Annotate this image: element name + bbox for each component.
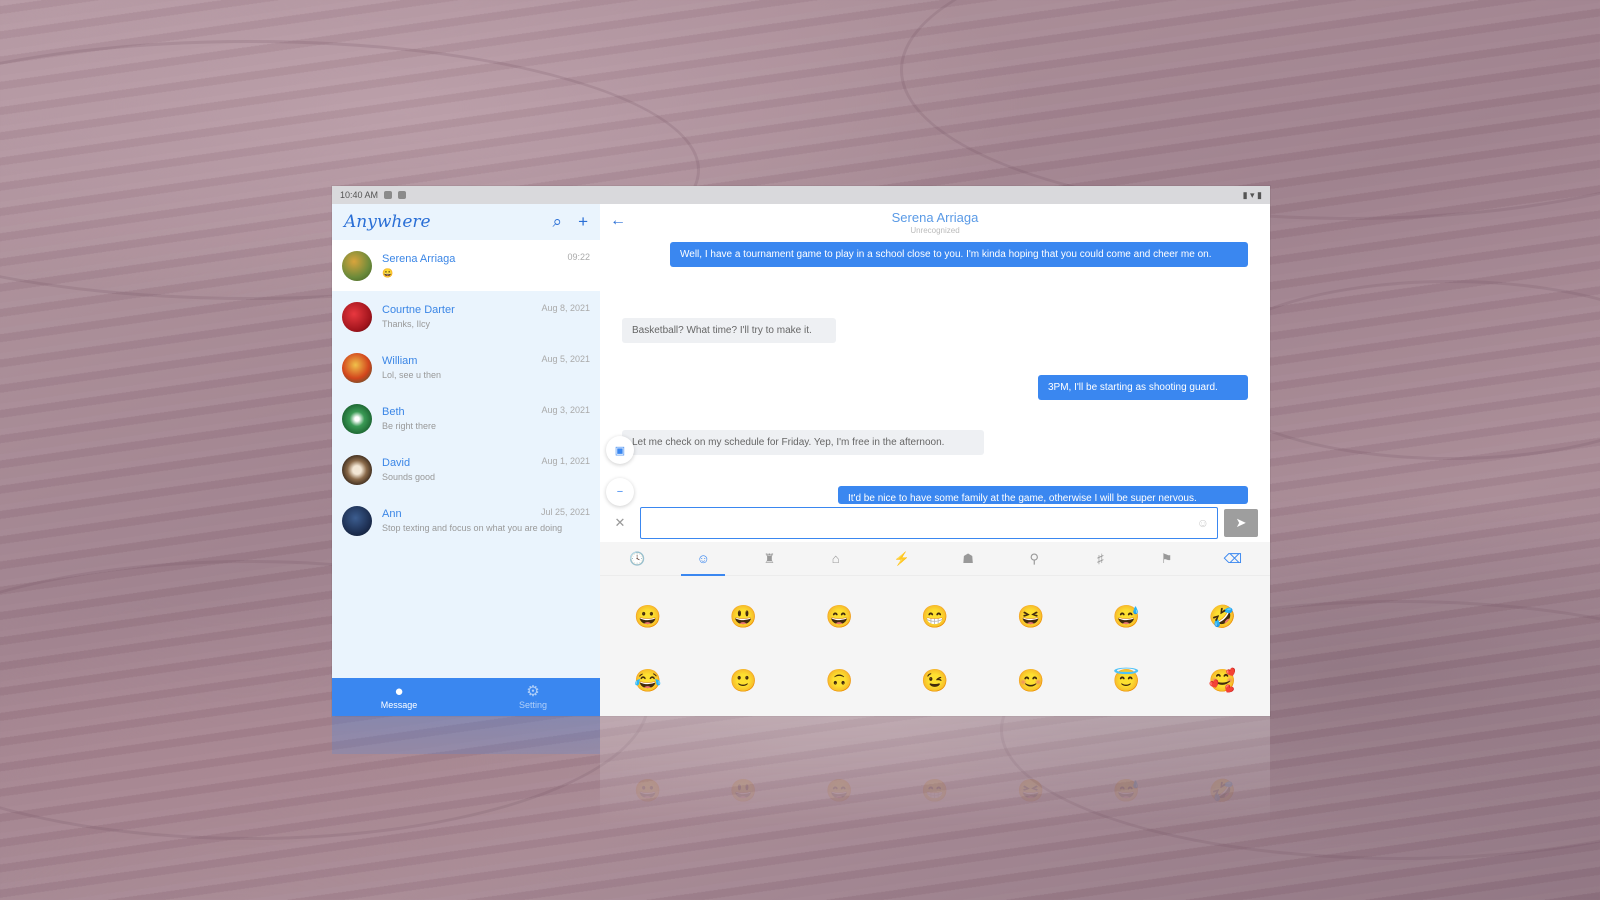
- close-icon[interactable]: ✕: [610, 515, 630, 531]
- app-logo: Anywhere: [344, 212, 431, 232]
- emoji-laughing[interactable]: 😆: [983, 604, 1079, 630]
- message-bubble-incoming[interactable]: Basketball? What time? I'll try to make …: [622, 318, 836, 343]
- emoji-smiley[interactable]: 😃: [696, 604, 792, 630]
- reflection-emoji-panel: 😀 😃 😄 😁 😆 😅 🤣: [600, 716, 1270, 826]
- message-bubble-outgoing[interactable]: It'd be nice to have some family at the …: [838, 486, 1248, 504]
- recent-icon[interactable]: 🕓: [615, 542, 659, 576]
- emoji-upside-down[interactable]: 🙃: [791, 668, 887, 694]
- reflection-emoji: 🤣: [1208, 778, 1236, 803]
- conversation-item[interactable]: Beth Be right there Aug 3, 2021: [332, 393, 600, 444]
- objects-icon[interactable]: ☗: [946, 542, 990, 576]
- conversation-preview: Stop texting and focus on what you are d…: [382, 523, 563, 533]
- composer: ✕ ☺ ➤: [600, 504, 1270, 542]
- emoji-wink[interactable]: 😉: [887, 668, 983, 694]
- smiley-icon[interactable]: ☺: [681, 542, 726, 576]
- reflection-emoji: 😆: [1017, 778, 1045, 803]
- message-bubble-outgoing[interactable]: Well, I have a tournament game to play i…: [670, 242, 1248, 267]
- symbols-icon[interactable]: ♯: [1078, 542, 1122, 576]
- conversation-date: Jul 25, 2021: [540, 507, 590, 517]
- settings-status-icon: [384, 191, 393, 199]
- sidebar-header: Anywhere ⌕ +: [332, 204, 600, 240]
- nav-settings-label: Setting: [518, 700, 548, 710]
- bottom-nav: ● Message ⚙ Setting: [332, 678, 600, 716]
- emoji-keyboard: 🕓 ☺ ♜ ⌂ ⚡ ☗ ⚲ ♯ ⚑ ⌫ 😀 😃 😄 😁 😆 😅 🤣 😂 🙂 🙃 …: [600, 542, 1270, 716]
- conversation-date: Aug 8, 2021: [541, 303, 590, 313]
- conversation-preview: Be right there: [382, 421, 437, 431]
- flag-icon[interactable]: ⚑: [1145, 542, 1189, 576]
- location-icon[interactable]: ⚲: [1012, 542, 1056, 576]
- people-icon[interactable]: ♜: [747, 542, 791, 576]
- app-window: 10:40 AM ▮ ▾ ▮ Anywhere ⌕ + Serena Arria…: [332, 186, 1270, 716]
- chat-header: ← Serena Arriaga Unrecognized: [600, 204, 1270, 240]
- emoji-slight-smile[interactable]: 🙂: [696, 668, 792, 694]
- add-icon[interactable]: +: [578, 212, 588, 232]
- reflection-nav: [332, 716, 600, 754]
- backspace-icon[interactable]: ⌫: [1211, 542, 1255, 576]
- message-field[interactable]: ☺: [640, 507, 1218, 539]
- conversation-item[interactable]: David Sounds good Aug 1, 2021: [332, 444, 600, 495]
- reflection-emoji: 😃: [729, 778, 758, 803]
- conversation-item[interactable]: William Lol, see u then Aug 5, 2021: [332, 342, 600, 393]
- gear-icon: ⚙: [526, 683, 540, 700]
- message-bubble-outgoing[interactable]: 3PM, I'll be starting as shooting guard.: [1038, 375, 1248, 400]
- status-time: 10:40 AM: [340, 190, 379, 200]
- emoji-grin[interactable]: 😁: [887, 604, 983, 630]
- emoji-grinning[interactable]: 😀: [600, 604, 696, 630]
- message-input[interactable]: [641, 508, 1217, 538]
- chat-contact-name: Serena Arriaga: [891, 210, 979, 225]
- conversation-date: 09:22: [567, 252, 590, 262]
- emoji-rofl[interactable]: 🤣: [1174, 604, 1270, 630]
- avatar: [342, 301, 372, 332]
- nav-messages[interactable]: ● Message: [332, 678, 466, 716]
- reflection-emoji: 😄: [825, 778, 853, 803]
- avatar: [342, 505, 372, 536]
- emoji-blush[interactable]: 😊: [983, 668, 1079, 694]
- attach-image-icon[interactable]: ▣: [606, 436, 634, 464]
- avatar: [342, 403, 372, 434]
- search-icon[interactable]: ⌕: [553, 212, 563, 232]
- sim-status-icon: [398, 191, 407, 199]
- emoji-toggle-icon[interactable]: ☺: [1197, 516, 1209, 530]
- activity-icon[interactable]: ⚡: [880, 542, 924, 576]
- conversation-date: Aug 3, 2021: [541, 405, 590, 415]
- places-icon[interactable]: ⌂: [814, 542, 858, 576]
- emoji-smile[interactable]: 😄: [791, 604, 887, 630]
- conversation-item[interactable]: Ann Stop texting and focus on what you ar…: [332, 495, 600, 546]
- reflection-emoji: 😀: [634, 778, 662, 803]
- chat-pane: ← Serena Arriaga Unrecognized Well, I ha…: [600, 204, 1270, 716]
- avatar: [342, 250, 372, 281]
- minus-icon[interactable]: −: [606, 478, 634, 506]
- emoji-joy[interactable]: 😂: [600, 668, 696, 694]
- emoji-sweat-smile[interactable]: 😅: [1079, 604, 1175, 630]
- conversation-preview: Lol, see u then: [382, 370, 442, 380]
- conversation-sidebar: Anywhere ⌕ + Serena Arriaga 😀 09:22 Court…: [332, 204, 600, 716]
- conversation-date: Aug 5, 2021: [541, 354, 590, 364]
- chat-bubble-icon: ●: [394, 683, 404, 700]
- emoji-grid: 😀 😃 😄 😁 😆 😅 🤣 😂 🙂 🙃 😉 😊 😇 🥰: [600, 576, 1270, 694]
- battery-wifi-icons: ▮ ▾ ▮: [1242, 189, 1262, 200]
- screen-reflection: 😀 😃 😄 😁 😆 😅 🤣: [332, 716, 1270, 826]
- conversation-preview: 😀: [382, 267, 394, 278]
- reflection-emoji: 😁: [921, 778, 949, 803]
- back-arrow-icon[interactable]: ←: [610, 212, 626, 230]
- reflection-emoji-row: 😀 😃 😄 😁 😆 😅 🤣: [600, 716, 1270, 804]
- nav-settings[interactable]: ⚙ Setting: [466, 678, 600, 716]
- conversation-preview: Thanks, Ilcy: [382, 319, 431, 329]
- conversation-date: Aug 1, 2021: [541, 456, 590, 466]
- conversation-name: Serena Arriaga: [382, 252, 456, 265]
- emoji-category-tabs: 🕓 ☺ ♜ ⌂ ⚡ ☗ ⚲ ♯ ⚑ ⌫: [600, 542, 1270, 576]
- send-button[interactable]: ➤: [1224, 509, 1258, 537]
- status-bar: 10:40 AM ▮ ▾ ▮: [332, 186, 1270, 204]
- avatar: [342, 454, 372, 485]
- conversation-item[interactable]: Serena Arriaga 😀 09:22: [332, 240, 600, 291]
- nav-messages-label: Message: [380, 700, 418, 710]
- chat-contact-subtitle: Unrecognized: [910, 226, 960, 235]
- conversation-item[interactable]: Courtne Darter Thanks, Ilcy Aug 8, 2021: [332, 291, 600, 342]
- emoji-innocent[interactable]: 😇: [1079, 668, 1175, 694]
- avatar: [342, 352, 372, 383]
- reflection-emoji: 😅: [1112, 778, 1141, 803]
- emoji-hearts[interactable]: 🥰: [1174, 668, 1270, 694]
- message-bubble-incoming[interactable]: Let me check on my schedule for Friday. …: [622, 430, 984, 455]
- conversation-preview: Sounds good: [382, 472, 436, 482]
